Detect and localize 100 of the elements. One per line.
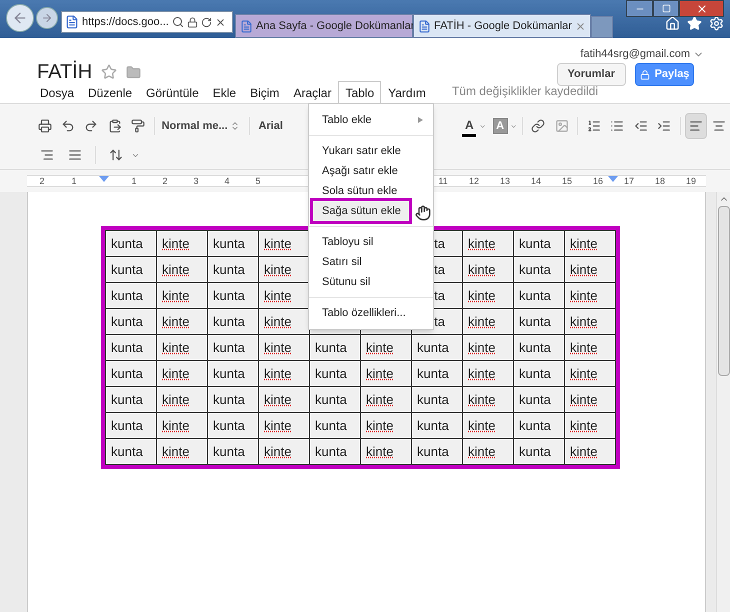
table-cell: kinte [156,256,208,282]
ruler-number: 5 [256,175,260,187]
indent-marker-icon [608,176,618,182]
lock-icon [640,70,650,80]
page-icon [65,15,79,29]
table-cell: kinte [360,386,412,412]
ruler-number: 15 [562,175,572,187]
page-icon [418,20,431,32]
table-cell: kinte [564,386,616,412]
comments-button[interactable]: Yorumlar [556,63,626,86]
menu-item[interactable]: Görüntüle [139,81,206,103]
table-cell: kunta [106,334,156,360]
table-cell: kunta [514,230,564,256]
table-cell: kinte [156,360,208,386]
menu-item[interactable]: Araçlar [286,81,338,103]
table-cell: kunta [208,386,258,412]
table-cell: kunta [412,334,462,360]
ruler-number: 14 [531,175,541,187]
search-icon[interactable] [172,16,184,28]
style-select[interactable]: Normal me... [160,118,242,134]
table-cell: kinte [462,308,514,334]
table-cell: kunta [514,360,564,386]
save-status: Tüm değişiklikler kaydedildi [452,83,598,100]
table-cell: kinte [258,412,310,438]
browser-tab[interactable]: Ana Sayfa - Google Dokümanlar [235,14,413,38]
star-icon[interactable] [101,64,118,80]
table-cell: kinte [462,412,514,438]
table-cell: kunta [310,360,360,386]
table-cell: kunta [412,412,462,438]
table-cell: kinte [462,360,514,386]
menu-item[interactable]: Tablo [338,81,382,103]
table-cell: kinte [258,256,310,282]
lock-icon [186,16,198,28]
table-cell: kinte [156,386,208,412]
table-cell: kunta [208,438,258,464]
table-cell: kunta [310,334,360,360]
scrollbar[interactable] [716,192,730,612]
browser-tab[interactable]: FATİH - Google Dokümanlar [413,14,591,38]
close-button[interactable] [679,0,724,17]
table-cell: kunta [106,412,156,438]
table-cell: kunta [208,308,258,334]
forward-button[interactable] [36,7,58,29]
table-cell: kinte [156,230,208,256]
table-cell: kunta [106,308,156,334]
table-cell: kinte [462,334,514,360]
close-icon[interactable] [214,16,226,28]
table-cell: kinte [156,282,208,308]
menu-option[interactable]: Aşağı satır ekle [313,161,429,181]
maximize-button[interactable] [653,0,679,17]
ruler-number: 3 [194,175,198,187]
home-icon[interactable] [665,16,680,31]
table-cell: kinte [258,230,310,256]
ruler-number: 12 [469,175,479,187]
table-cell: kunta [106,360,156,386]
table-cell: kunta [310,386,360,412]
account-email[interactable]: fatih44srg@gmail.com [580,46,690,62]
submenu-arrow-icon [418,117,423,123]
settings-icon[interactable] [709,16,724,31]
hand-cursor-icon [415,205,431,221]
indent-marker-icon [99,176,109,182]
ruler-number: 2 [162,175,168,187]
table-cell: kinte [462,256,514,282]
menu-option[interactable]: Tablo ekle [313,110,429,130]
table-cell: kinte [156,308,208,334]
table-cell: kunta [514,308,564,334]
table-cell: kunta [106,438,156,464]
menu-item[interactable]: Ekle [206,81,244,103]
table-cell: kunta [412,438,462,464]
table-cell: kunta [106,256,156,282]
table-cell: kinte [462,438,514,464]
table-cell: kunta [208,412,258,438]
table-cell: kinte [360,360,412,386]
table-cell: kinte [156,412,208,438]
menu-item[interactable]: Biçim [243,81,286,103]
table-cell: kinte [360,412,412,438]
table-cell: kunta [514,256,564,282]
text-color-button[interactable]: A [461,115,478,137]
table-cell: kinte [564,360,616,386]
table-cell: kunta [106,386,156,412]
ruler-number: 18 [655,175,665,187]
table-cell: kinte [564,282,616,308]
table-cell: kinte [360,334,412,360]
back-button[interactable] [6,4,34,32]
table-cell: kunta [208,334,258,360]
table-cell: kinte [156,438,208,464]
ruler-number: 1 [72,175,76,187]
table-cell: kinte [258,386,310,412]
menu-option[interactable]: Yukarı satır ekle [313,141,429,161]
table-cell: kinte [462,282,514,308]
page-icon [240,20,253,32]
menu-option[interactable]: Sola sütun ekle [313,181,429,201]
menu-item[interactable]: Yardım [381,81,433,103]
forward-arrow-icon [41,12,53,24]
table-cell: kinte [564,334,616,360]
table-cell: kunta [514,282,564,308]
refresh-icon[interactable] [200,16,212,28]
align-left-icon[interactable] [685,113,707,139]
table-cell: kinte [258,308,310,334]
ruler-number: 2 [40,175,44,187]
address-bar[interactable]: https://docs.goo... [61,11,233,33]
